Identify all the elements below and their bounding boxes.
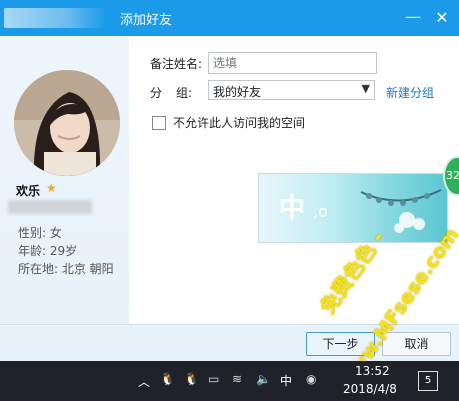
banner-dot: ,o — [313, 202, 328, 221]
remark-input[interactable] — [209, 53, 376, 73]
qq-icon[interactable]: 🐧 — [160, 372, 175, 386]
clock-time[interactable]: 13:52 — [355, 364, 390, 378]
banner-text: 中 — [279, 194, 306, 224]
blurred-account-id — [8, 200, 92, 214]
star-icon: ★ — [46, 181, 57, 195]
location-info: 所在地: 北京 朝阳 — [18, 262, 114, 276]
group-select-value: 我的好友 — [213, 85, 262, 99]
chevron-down-icon: ▼ — [361, 82, 370, 95]
blurred-app-name — [4, 8, 106, 28]
ime-indicator[interactable]: 中 — [280, 372, 292, 389]
privacy-checkbox[interactable] — [152, 116, 166, 130]
remark-field-wrapper — [208, 52, 377, 74]
nickname: 欢乐 — [16, 184, 41, 198]
profile-panel: 欢乐 ★ 性别: 女 年龄: 29岁 所在地: 北京 朝阳 — [0, 36, 129, 324]
group-label-part1: 分 — [150, 86, 163, 100]
avatar — [14, 70, 120, 176]
privacy-label: 不允许此人访问我的空间 — [173, 116, 306, 130]
group-label-part2: 组: — [176, 86, 193, 100]
new-group-link[interactable]: 新建分组 — [386, 84, 434, 101]
window-title: 添加好友 — [120, 13, 173, 28]
remark-label: 备注姓名: — [150, 57, 203, 71]
minimize-icon[interactable]: — — [404, 9, 422, 27]
clock-date[interactable]: 2018/4/8 — [343, 382, 397, 396]
age-info: 年龄: 29岁 — [18, 244, 78, 258]
notification-center-icon[interactable]: 5 — [418, 371, 438, 391]
gender-info: 性别: 女 — [18, 226, 62, 240]
wifi-icon[interactable]: ≋ — [232, 372, 242, 386]
battery-icon[interactable]: ▭ — [208, 372, 219, 386]
banner-ad[interactable]: 中 ,o — [258, 173, 448, 243]
volume-icon[interactable]: 🔈 — [256, 372, 271, 386]
qq-icon-2[interactable]: 🐧 — [184, 372, 199, 386]
app-tray-icon[interactable]: ◉ — [306, 372, 316, 386]
title-bar: 添加好友 — ✕ — [0, 0, 459, 36]
chevron-up-icon[interactable]: ︿ — [138, 373, 150, 390]
group-select[interactable]: 我的好友 ▼ — [208, 80, 375, 100]
badge-count: 32 — [446, 169, 459, 182]
close-icon[interactable]: ✕ — [432, 8, 452, 28]
